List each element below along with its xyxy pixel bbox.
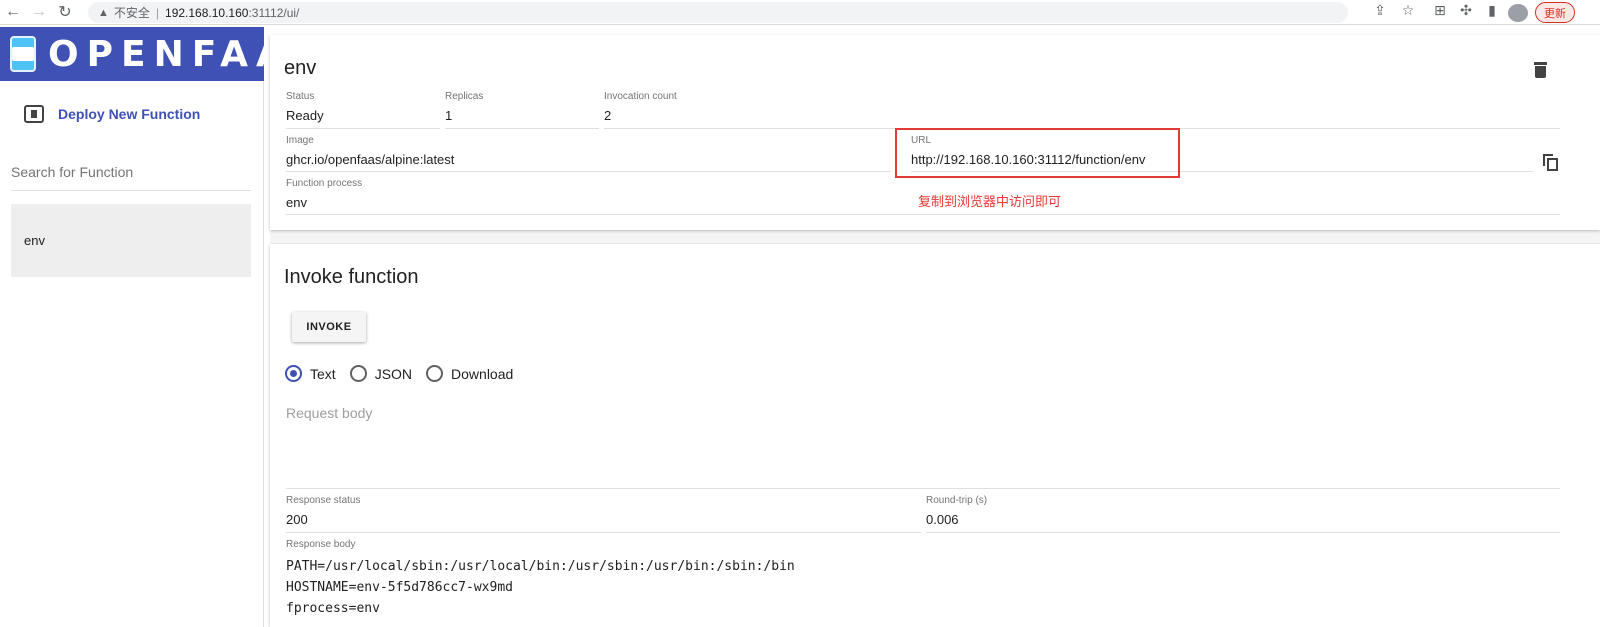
- replicas-value: 1: [445, 108, 453, 123]
- round-trip-field: Round-trip (s) 0.006: [926, 495, 1560, 533]
- response-line: PATH=/usr/local/sbin:/usr/local/bin:/usr…: [286, 559, 795, 574]
- response-body-text: PATH=/usr/local/sbin:/usr/local/bin:/usr…: [286, 556, 1560, 619]
- reload-icon[interactable]: ↻: [52, 0, 78, 25]
- browser-toolbar: ← → ↻ ▲ 不安全 | 192.168.10.160 :31112/ui/ …: [0, 0, 1600, 25]
- radio-selected-icon[interactable]: [285, 365, 302, 382]
- extension-icon[interactable]: ⊞: [1430, 2, 1450, 22]
- search-input[interactable]: Search for Function: [11, 164, 251, 191]
- response-body: Response body PATH=/usr/local/sbin:/usr/…: [286, 539, 1560, 619]
- response-status-label: Response status: [286, 495, 361, 506]
- annotation-note: 复制到浏览器中访问即可: [918, 194, 1062, 209]
- replicas-label: Replicas: [445, 91, 484, 102]
- invoke-title: Invoke function: [284, 266, 419, 288]
- address-bar[interactable]: ▲ 不安全 | 192.168.10.160 :31112/ui/: [88, 2, 1348, 23]
- function-title: env: [284, 57, 317, 79]
- url-highlight-box: [895, 128, 1180, 178]
- response-status-field: Response status 200: [286, 495, 921, 533]
- response-status-value: 200: [286, 512, 308, 527]
- round-trip-label: Round-trip (s): [926, 495, 988, 506]
- separator: |: [155, 5, 160, 20]
- radio-json[interactable]: JSON: [349, 365, 413, 382]
- radio-text[interactable]: Text: [285, 365, 336, 382]
- star-icon[interactable]: ☆: [1398, 2, 1418, 19]
- brand-header[interactable]: OPENFAAS: [0, 27, 318, 81]
- openfaas-logo-icon: [10, 36, 36, 72]
- back-icon[interactable]: ←: [0, 0, 26, 25]
- function-process-label: Function process: [286, 178, 363, 189]
- forward-icon[interactable]: →: [26, 0, 52, 25]
- request-body-input[interactable]: Request body: [286, 405, 1560, 489]
- status-value: Ready: [286, 108, 324, 123]
- deploy-label: Deploy New Function: [58, 106, 201, 122]
- invoke-button[interactable]: INVOKE: [292, 312, 366, 342]
- url-path: :31112/ui/: [248, 5, 300, 20]
- profile-avatar[interactable]: [1508, 4, 1528, 22]
- response-body-label: Response body: [286, 539, 356, 550]
- invocation-count-label: Invocation count: [604, 91, 677, 102]
- deploy-icon: [24, 105, 44, 123]
- status-label: Status: [286, 91, 315, 102]
- radio-unselected-icon[interactable]: [349, 365, 367, 382]
- delete-icon[interactable]: [1534, 62, 1547, 78]
- invocation-count-field: Invocation count 2: [604, 91, 1560, 129]
- status-field: Status Ready: [286, 91, 440, 129]
- replicas-field: Replicas 1: [445, 91, 599, 129]
- radio-json-label: JSON: [374, 365, 413, 382]
- response-line: HOSTNAME=env-5f5d786cc7-wx9md: [286, 580, 513, 595]
- radio-unselected-icon[interactable]: [426, 365, 444, 382]
- radio-download-label: Download: [451, 365, 514, 382]
- copy-icon[interactable]: [1543, 154, 1558, 171]
- update-button[interactable]: 更新: [1535, 2, 1575, 23]
- sidebar: OPENFAAS Deploy New Function Search for …: [0, 27, 318, 627]
- side-panel-icon[interactable]: ▮: [1482, 2, 1502, 22]
- image-label: Image: [286, 135, 314, 146]
- function-list-item[interactable]: env: [11, 204, 251, 277]
- deploy-new-function-button[interactable]: Deploy New Function: [24, 105, 200, 123]
- radio-text-label: Text: [310, 365, 336, 382]
- invocation-count-value: 2: [604, 108, 612, 123]
- insecure-label: 不安全: [113, 6, 150, 20]
- format-radio-group: Text JSON Download: [285, 365, 527, 382]
- image-value: ghcr.io/openfaas/alpine:latest: [286, 152, 455, 167]
- share-icon[interactable]: ⇪: [1370, 2, 1390, 19]
- url-host: 192.168.10.160: [165, 5, 249, 20]
- round-trip-value: 0.006: [926, 512, 959, 527]
- image-field: Image ghcr.io/openfaas/alpine:latest: [286, 135, 891, 172]
- puzzle-icon[interactable]: ✣: [1456, 2, 1476, 22]
- warning-icon: ▲: [98, 6, 109, 19]
- response-line: fprocess=env: [286, 601, 380, 616]
- radio-download[interactable]: Download: [426, 365, 513, 382]
